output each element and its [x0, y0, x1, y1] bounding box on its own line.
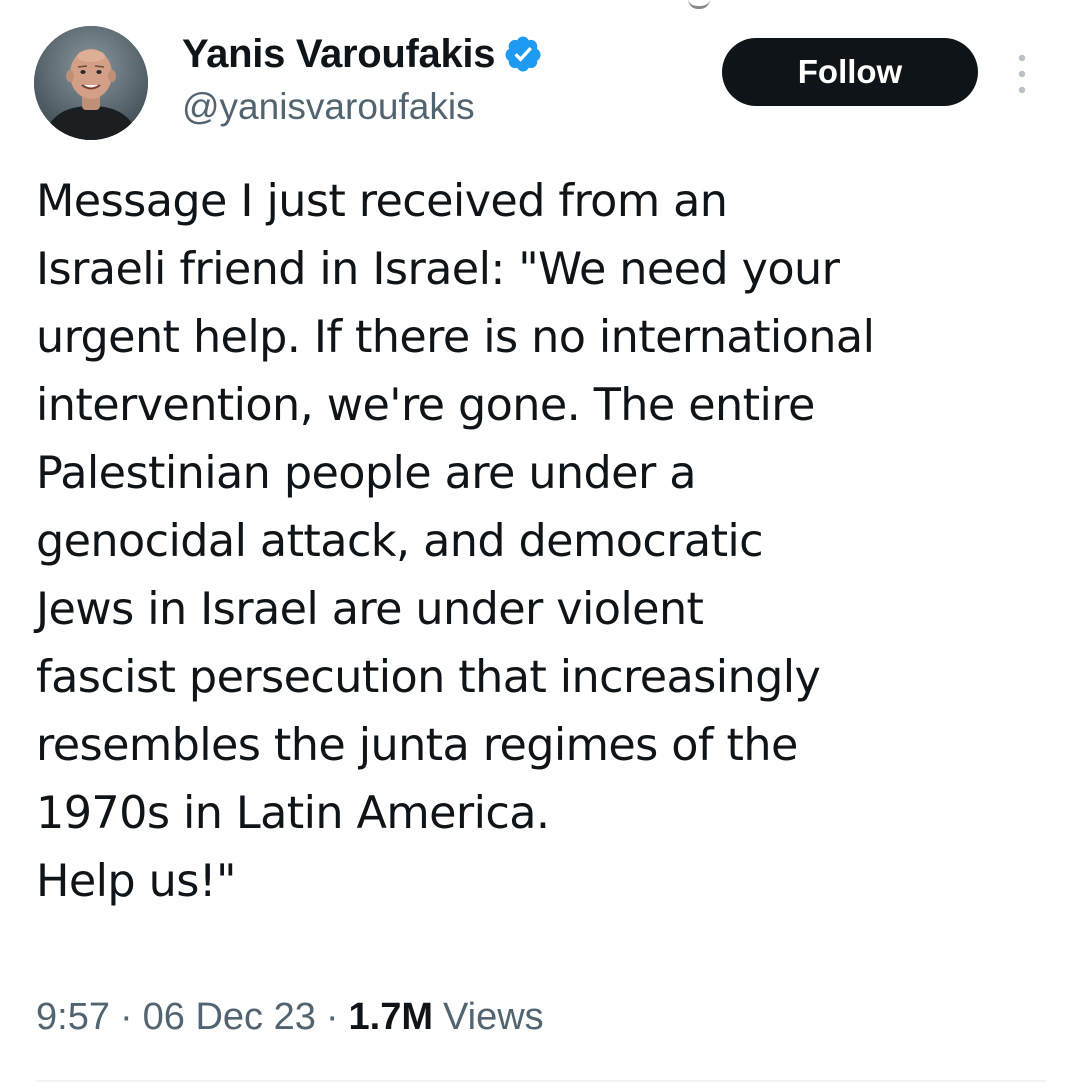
tweet-text: Message I just received from an Israeli …: [36, 176, 875, 907]
display-name[interactable]: Yanis Varoufakis: [182, 32, 495, 77]
meta-separator: ·: [119, 996, 133, 1038]
tweet-time[interactable]: 9:57: [36, 996, 110, 1039]
author-block: Yanis Varoufakis @yanisvaroufakis: [182, 30, 543, 128]
cropped-top-edge: [688, 0, 710, 9]
tweet-header: Yanis Varoufakis @yanisvaroufakis Follow: [34, 26, 1046, 142]
tweet-meta: 9:57 · 06 Dec 23 · 1.7M Views: [36, 996, 544, 1039]
handle[interactable]: @yanisvaroufakis: [182, 86, 543, 128]
name-row: Yanis Varoufakis: [182, 30, 543, 78]
divider: [36, 1080, 1046, 1082]
views-count: 1.7M: [348, 996, 433, 1038]
follow-button[interactable]: Follow: [722, 38, 978, 106]
views-label: Views: [443, 996, 544, 1038]
avatar[interactable]: [34, 26, 148, 140]
verified-badge-icon: [503, 34, 543, 74]
meta-separator: ·: [325, 996, 339, 1038]
tweet-date[interactable]: 06 Dec 23: [143, 996, 316, 1039]
avatar-photo: [34, 26, 148, 140]
more-vertical-icon[interactable]: [1012, 50, 1032, 98]
